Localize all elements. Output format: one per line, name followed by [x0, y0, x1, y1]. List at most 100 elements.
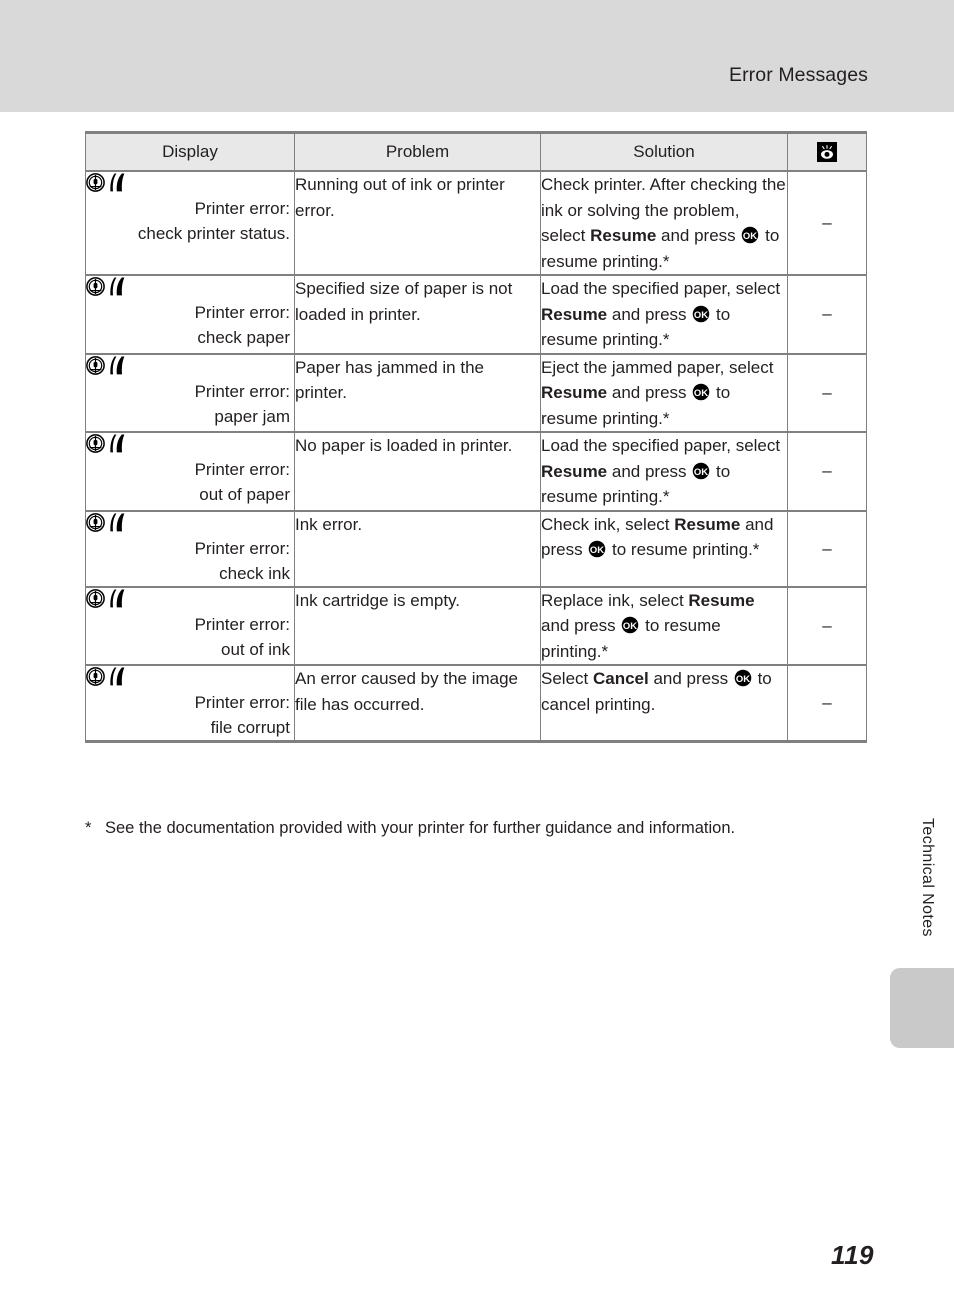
display-message-text: Printer error: check printer status. [86, 196, 294, 246]
page-title: Error Messages [728, 64, 868, 86]
solution-text: to resume printing.* [607, 540, 760, 559]
solution-text: Load the specified paper, select [541, 436, 781, 455]
display-message-line: Printer error: [194, 693, 290, 712]
display-message-line: Printer error: [194, 460, 290, 479]
menu-option-name: Resume [674, 514, 741, 534]
printer-error-flame-icon [107, 433, 126, 454]
svg-text:OK: OK [736, 674, 750, 685]
menu-option-name: Resume [541, 383, 608, 402]
cell-solution: Replace ink, select Resume and press OK … [540, 585, 788, 665]
solution-text: Check ink, select [541, 514, 675, 534]
display-message-line: paper jam [214, 406, 290, 426]
footnote-marker: * [85, 819, 92, 837]
display-message-line: check printer status. [137, 224, 290, 243]
display-message-text: Printer error: file corrupt [86, 690, 294, 740]
cell-solution: Eject the jammed paper, select Resume an… [540, 352, 788, 432]
ok-button-icon: OK [692, 462, 710, 480]
display-icon-group [86, 355, 294, 377]
display-icon-group [86, 433, 294, 455]
menu-option-name: Resume [590, 226, 657, 245]
column-header-reference [787, 131, 867, 172]
cell-display: Printer error: check ink [85, 509, 295, 587]
display-message-text: Printer error: paper jam [86, 379, 294, 429]
solution-text: and press [541, 616, 621, 635]
column-header-solution: Solution [540, 131, 788, 172]
cell-problem: Specified size of paper is not loaded in… [294, 274, 541, 354]
printer-status-circle-icon [86, 588, 105, 608]
solution-text: and press [648, 669, 733, 688]
cell-display: Printer error: out of ink [85, 585, 295, 665]
cell-display: Printer error: paper jam [85, 352, 295, 432]
printer-error-flame-icon [107, 666, 126, 687]
table-row: Printer error: file corrupt An error cause… [85, 664, 867, 743]
ok-button-icon: OK [734, 669, 752, 687]
cell-problem: Ink cartridge is empty. [294, 585, 541, 665]
table-row: Printer error: check printer status. Runni… [85, 170, 867, 275]
cell-problem: Running out of ink or printer error. [294, 170, 541, 275]
svg-text:OK: OK [694, 388, 708, 399]
cell-reference: – [787, 509, 867, 587]
svg-text:OK: OK [694, 466, 708, 477]
svg-text:OK: OK [743, 231, 757, 242]
display-message-text: Printer error: check paper [86, 300, 294, 350]
solution-text: and press [656, 226, 741, 245]
printer-status-circle-icon [86, 434, 105, 453]
display-icon-group [86, 512, 294, 534]
printer-status-circle-icon [86, 277, 105, 296]
ok-button-icon: OK [741, 226, 759, 244]
printer-error-flame-icon [107, 172, 126, 193]
cell-solution: Check ink, select Resume and press OK to… [540, 509, 788, 587]
menu-option-name: Resume [688, 590, 755, 610]
cell-display: Printer error: out of paper [85, 431, 295, 511]
display-message-line: out of ink [221, 639, 290, 659]
cell-problem: No paper is loaded in printer. [294, 431, 541, 511]
printer-error-flame-icon [107, 276, 126, 297]
cell-solution: Select Cancel and press OK to cancel pri… [540, 664, 788, 743]
printer-error-flame-icon [107, 588, 126, 609]
cell-display: Printer error: check paper [85, 274, 295, 354]
table-body: Printer error: check printer status. Runni… [85, 170, 867, 743]
display-message-line: check ink [219, 563, 290, 583]
table-header-row: Display Problem Solution [85, 131, 867, 172]
cell-reference: – [787, 352, 867, 432]
display-icon-group [86, 666, 294, 688]
ok-button-icon: OK [588, 540, 606, 558]
cell-reference: – [787, 274, 867, 354]
cell-reference: – [787, 431, 867, 511]
display-message-line: Printer error: [194, 538, 290, 558]
display-icon-group [86, 588, 294, 610]
page-header-band [0, 0, 954, 112]
column-header-problem: Problem [294, 131, 541, 172]
menu-option-name: Cancel [592, 669, 649, 688]
reference-page-icon [817, 142, 837, 163]
error-messages-table: Display Problem Solution Printer error: … [85, 131, 867, 743]
display-icon-group [86, 276, 294, 298]
cell-problem: An error caused by the image file has oc… [294, 664, 541, 743]
menu-option-name: Resume [541, 304, 608, 324]
svg-text:OK: OK [623, 621, 637, 632]
solution-text: and press [607, 383, 692, 402]
cell-reference: – [787, 170, 867, 275]
display-message-text: Printer error: check ink [86, 536, 294, 586]
table-row: Printer error: paper jam Paper has jammed … [85, 352, 867, 432]
display-message-line: Printer error: [194, 303, 290, 322]
printer-error-flame-icon [107, 512, 126, 533]
table-row: Printer error: out of ink Ink cartridge is… [85, 585, 867, 665]
display-message-line: file corrupt [210, 718, 290, 737]
solution-text: Replace ink, select [541, 590, 689, 610]
table-row: Printer error: check paper Specified size … [85, 274, 867, 354]
footnote: * See the documentation provided with yo… [85, 816, 875, 840]
page-number: 119 [831, 1240, 874, 1270]
svg-text:OK: OK [590, 545, 604, 556]
table-row: Printer error: check ink Ink error. Check i… [85, 509, 867, 587]
solution-text: and press [607, 304, 692, 324]
side-tab-label: Technical Notes [919, 818, 936, 937]
ok-button-icon: OK [621, 616, 639, 634]
cell-display: Printer error: check printer status. [85, 170, 295, 275]
solution-text: and press [607, 461, 692, 481]
cell-reference: – [787, 664, 867, 743]
display-message-line: check paper [197, 328, 290, 347]
display-icon-group [86, 172, 294, 194]
ok-button-icon: OK [692, 305, 710, 323]
ok-button-icon: OK [692, 383, 710, 401]
